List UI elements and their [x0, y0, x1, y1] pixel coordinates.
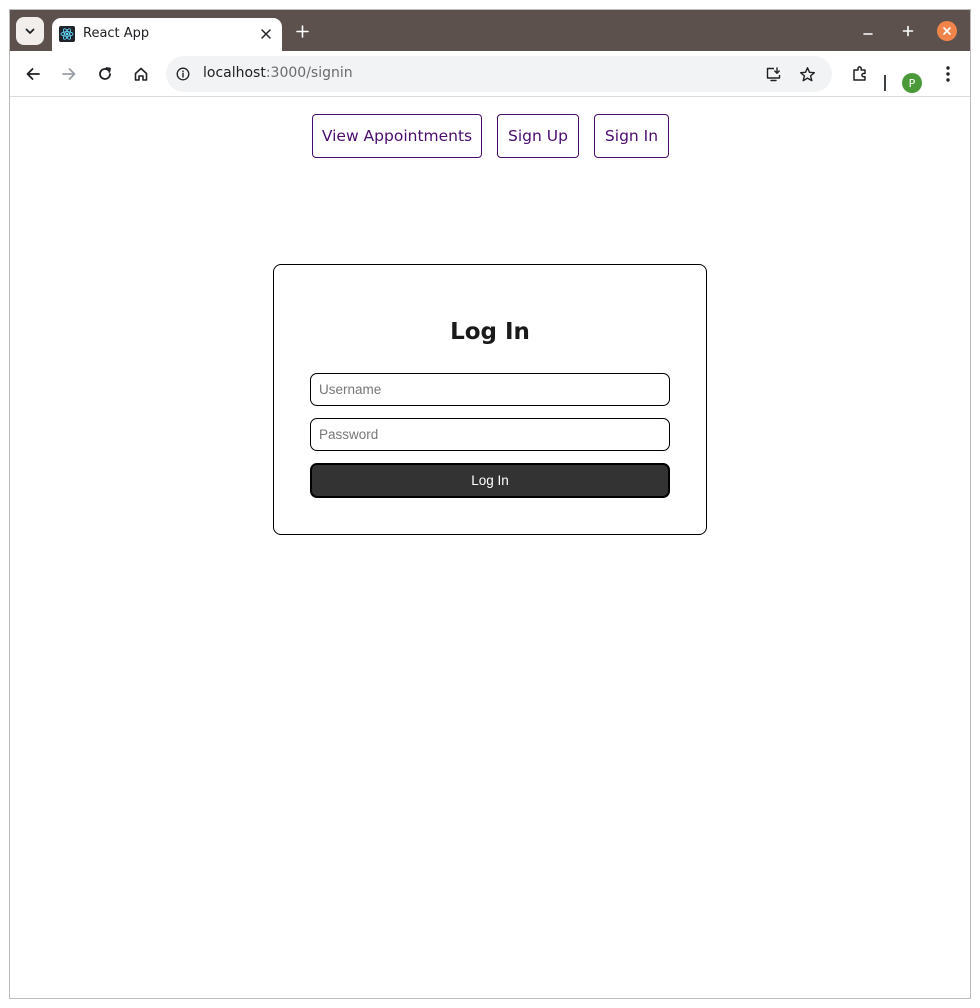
- sign-up-button[interactable]: Sign Up: [497, 114, 579, 158]
- url-path: :3000/signin: [265, 65, 353, 81]
- page-viewport: View Appointments Sign Up Sign In Log In…: [10, 98, 970, 998]
- window-close-icon[interactable]: [937, 21, 957, 41]
- bookmark-star-icon[interactable]: [798, 65, 816, 83]
- url-text[interactable]: localhost:3000/signin: [203, 65, 353, 81]
- kebab-menu-icon[interactable]: [936, 62, 960, 86]
- forward-arrow-icon[interactable]: [57, 62, 81, 86]
- login-submit-button[interactable]: Log In: [310, 463, 670, 498]
- site-info-icon[interactable]: [175, 66, 191, 82]
- maximize-icon[interactable]: [898, 21, 918, 41]
- view-appointments-button[interactable]: View Appointments: [312, 114, 482, 158]
- new-tab-plus-icon[interactable]: [292, 21, 312, 41]
- username-input[interactable]: [310, 373, 670, 406]
- profile-avatar[interactable]: P: [902, 73, 922, 93]
- browser-window: React App localhost:3000/signin P View A…: [9, 9, 971, 999]
- back-arrow-icon[interactable]: [21, 62, 45, 86]
- top-navigation: View Appointments Sign Up Sign In: [10, 114, 970, 158]
- browser-toolbar: localhost:3000/signin P: [10, 51, 970, 97]
- react-logo-icon: [59, 26, 75, 42]
- tab-close-icon[interactable]: [258, 26, 274, 42]
- tab-search-button[interactable]: [16, 17, 44, 45]
- address-bar[interactable]: localhost:3000/signin: [166, 56, 832, 92]
- toolbar-divider: [884, 75, 886, 91]
- login-title: Log In: [450, 319, 530, 345]
- profile-initial: P: [908, 76, 916, 90]
- minimize-icon[interactable]: [858, 21, 878, 41]
- url-host: localhost: [203, 65, 266, 81]
- login-card: Log In Log In: [273, 264, 707, 535]
- reload-icon[interactable]: [93, 62, 117, 86]
- tab-strip: React App: [10, 10, 970, 51]
- extensions-puzzle-icon[interactable]: [848, 62, 872, 86]
- install-app-icon[interactable]: [764, 65, 782, 83]
- tab-active[interactable]: React App: [52, 18, 282, 51]
- sign-in-button[interactable]: Sign In: [594, 114, 669, 158]
- password-input[interactable]: [310, 418, 670, 451]
- home-icon[interactable]: [129, 62, 153, 86]
- tab-title: React App: [83, 26, 150, 41]
- chevron-down-icon: [25, 28, 35, 34]
